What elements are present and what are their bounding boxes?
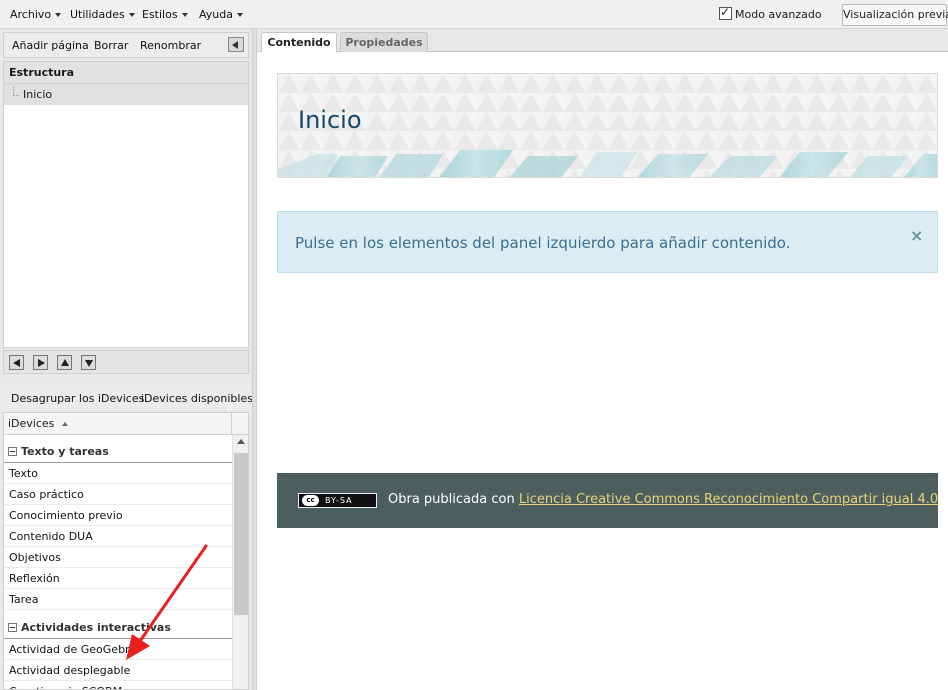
menu-estilos-label: Estilos	[142, 8, 178, 21]
arrow-right-icon	[38, 359, 45, 367]
chevron-down-icon	[55, 13, 62, 17]
list-item[interactable]: Actividad de GeoGebra	[4, 639, 232, 660]
close-icon[interactable]: ×	[910, 226, 923, 245]
arrow-up-icon	[61, 359, 69, 366]
scroll-up-icon[interactable]	[237, 439, 245, 444]
add-page-button[interactable]: Añadir página	[12, 39, 89, 52]
ungroup-idevices-button[interactable]: Desagrupar los iDevices	[11, 392, 144, 405]
footer-text: Obra publicada con Licencia Creative Com…	[388, 492, 938, 507]
arrow-left-icon	[13, 359, 20, 367]
category-actividades-interactivas[interactable]: Actividades interactivas	[4, 617, 232, 639]
structure-header: Estructura	[4, 62, 248, 84]
menu-utilidades[interactable]: Utilidades	[70, 8, 135, 21]
menu-estilos[interactable]: Estilos	[142, 8, 188, 21]
structure-tree: Estructura Inicio	[3, 61, 249, 348]
page-header-banner: Inicio	[277, 73, 938, 178]
menu-utilidades-label: Utilidades	[70, 8, 125, 21]
available-idevices-button[interactable]: iDevices disponibles	[141, 392, 253, 405]
delete-page-button[interactable]: Borrar	[94, 39, 128, 52]
list-item[interactable]: Reflexión	[4, 568, 232, 589]
idevices-scrollbar[interactable]	[232, 435, 248, 689]
list-item[interactable]: Actividad desplegable	[4, 660, 232, 681]
collapse-minus-icon	[8, 447, 17, 456]
category-label: Texto y tareas	[21, 445, 109, 458]
page-title: Inicio	[298, 106, 362, 134]
info-message-box: Pulse en los elementos del panel izquier…	[277, 211, 938, 273]
license-link[interactable]: Licencia Creative Commons Reconocimiento…	[519, 492, 938, 507]
move-right-button[interactable]	[33, 355, 48, 370]
left-panel: Añadir página Borrar Renombrar Estructur…	[0, 29, 253, 690]
advanced-mode-checkbox[interactable]: ✓	[719, 5, 732, 20]
tab-contenido[interactable]: Contenido	[261, 32, 337, 53]
list-item[interactable]: Objetivos	[4, 547, 232, 568]
category-label: Actividades interactivas	[21, 621, 171, 634]
menu-ayuda[interactable]: Ayuda	[199, 8, 243, 21]
info-message: Pulse en los elementos del panel izquier…	[295, 234, 791, 252]
scrollbar-thumb[interactable]	[234, 453, 248, 615]
list-item[interactable]: Caso práctico	[4, 484, 232, 505]
category-texto-tareas[interactable]: Texto y tareas	[4, 441, 232, 463]
chevron-down-icon	[181, 13, 188, 17]
move-down-button[interactable]	[81, 355, 96, 370]
cc-license-badge: cc BY-SA	[298, 493, 377, 508]
idevices-list: iDevices Texto y tareas Texto Caso práct…	[3, 412, 249, 690]
list-item[interactable]: Contenido DUA	[4, 526, 232, 547]
menu-bar: Archivo Utilidades Estilos Ayuda ✓ Modo a…	[0, 0, 948, 29]
collapse-minus-icon	[8, 623, 17, 632]
banner-pattern	[278, 74, 937, 177]
footer-prefix: Obra publicada con	[388, 492, 519, 507]
license-footer: cc BY-SA Obra publicada con Licencia Cre…	[277, 473, 938, 528]
idevices-column-header[interactable]: iDevices	[4, 413, 248, 435]
page-move-toolbar	[3, 350, 249, 374]
sort-asc-icon	[62, 422, 69, 426]
idevices-column-label: iDevices	[8, 417, 55, 430]
arrow-down-icon	[85, 360, 93, 367]
list-item[interactable]: Texto	[4, 463, 232, 484]
cc-badge-text: BY-SA	[325, 496, 353, 505]
arrow-left-icon	[232, 41, 238, 49]
chevron-down-icon	[236, 13, 243, 17]
move-left-button[interactable]	[9, 355, 24, 370]
menu-archivo-label: Archivo	[10, 8, 52, 21]
tree-line-icon	[13, 87, 19, 96]
collapse-panel-button[interactable]	[228, 37, 244, 52]
structure-toolbar: Añadir página Borrar Renombrar	[3, 32, 249, 58]
idevices-toolbar: Desagrupar los iDevices iDevices disponi…	[0, 384, 253, 412]
column-separator	[231, 413, 232, 435]
rename-page-button[interactable]: Renombrar	[140, 39, 201, 52]
advanced-mode-toggle[interactable]: ✓ Modo avanzado	[719, 5, 822, 21]
preview-button[interactable]: Visualización previa	[842, 4, 948, 26]
tabs-bar: Contenido Propiedades	[257, 29, 948, 53]
cc-logo: cc	[302, 495, 319, 506]
tree-node-inicio[interactable]: Inicio	[4, 84, 248, 105]
list-item[interactable]: Tarea	[4, 589, 232, 610]
move-up-button[interactable]	[57, 355, 72, 370]
menu-archivo[interactable]: Archivo	[10, 8, 62, 21]
content-area: Inicio Pulse en los elementos del panel …	[257, 52, 948, 690]
tab-propiedades[interactable]: Propiedades	[340, 32, 428, 52]
list-item[interactable]: Conocimiento previo	[4, 505, 232, 526]
chevron-down-icon	[128, 13, 135, 17]
tree-node-label: Inicio	[23, 88, 53, 101]
menu-ayuda-label: Ayuda	[199, 8, 233, 21]
advanced-mode-label: Modo avanzado	[735, 8, 822, 21]
list-item[interactable]: Cuestionario SCORM	[4, 681, 232, 689]
checkmark-icon: ✓	[720, 5, 731, 19]
